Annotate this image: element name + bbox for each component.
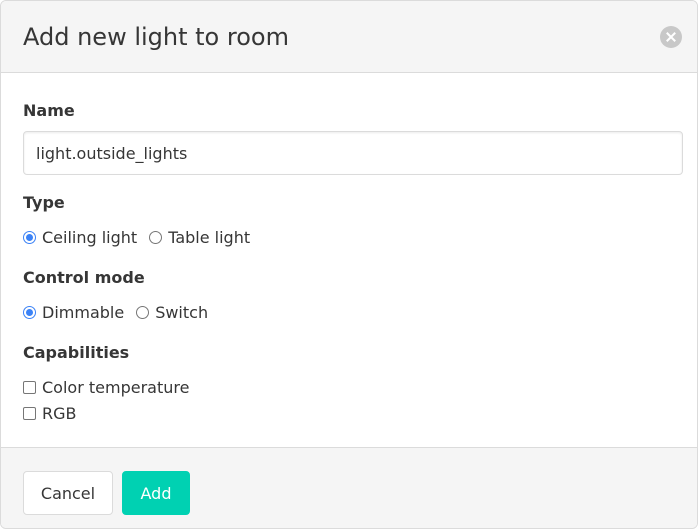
checkbox-icon[interactable] — [23, 380, 36, 394]
close-icon[interactable] — [660, 26, 682, 48]
control-mode-option-label: Switch — [155, 302, 209, 322]
capability-rgb-row: RGB — [23, 402, 89, 424]
checkbox-icon[interactable] — [23, 406, 36, 420]
control-mode-option-switch[interactable]: Switch — [136, 303, 208, 322]
capability-color-temperature[interactable]: Color temperature — [23, 378, 189, 397]
type-label: Type — [23, 193, 65, 212]
dialog-body: Name Type Ceiling light Table light Cont… — [1, 73, 697, 447]
add-light-dialog: Add new light to room Name Type Ceiling … — [0, 0, 698, 529]
control-mode-radio-group: Dimmable Switch — [23, 301, 220, 323]
radio-unchecked-icon[interactable] — [136, 305, 150, 319]
capability-option-label: RGB — [42, 403, 77, 423]
name-label: Name — [23, 101, 75, 120]
radio-checked-icon[interactable] — [23, 230, 36, 244]
control-mode-option-dimmable[interactable]: Dimmable — [23, 303, 124, 322]
type-option-ceiling-light[interactable]: Ceiling light — [23, 228, 137, 247]
type-option-label: Table light — [168, 227, 251, 247]
type-radio-group: Ceiling light Table light — [23, 226, 262, 248]
dialog-header: Add new light to room — [1, 1, 697, 73]
dialog-footer: Cancel Add — [1, 447, 697, 528]
dialog-title: Add new light to room — [23, 23, 289, 51]
capability-option-label: Color temperature — [42, 377, 190, 397]
type-option-table-light[interactable]: Table light — [149, 228, 250, 247]
add-button[interactable]: Add — [122, 471, 190, 515]
name-input[interactable] — [23, 131, 683, 175]
capabilities-label: Capabilities — [23, 343, 130, 362]
cancel-button[interactable]: Cancel — [23, 471, 113, 515]
type-option-label: Ceiling light — [42, 227, 138, 247]
radio-unchecked-icon[interactable] — [149, 230, 163, 244]
radio-checked-icon[interactable] — [23, 305, 36, 319]
control-mode-label: Control mode — [23, 268, 145, 287]
capability-color-temperature-row: Color temperature — [23, 376, 201, 398]
control-mode-option-label: Dimmable — [42, 302, 125, 322]
capability-rgb[interactable]: RGB — [23, 404, 77, 423]
